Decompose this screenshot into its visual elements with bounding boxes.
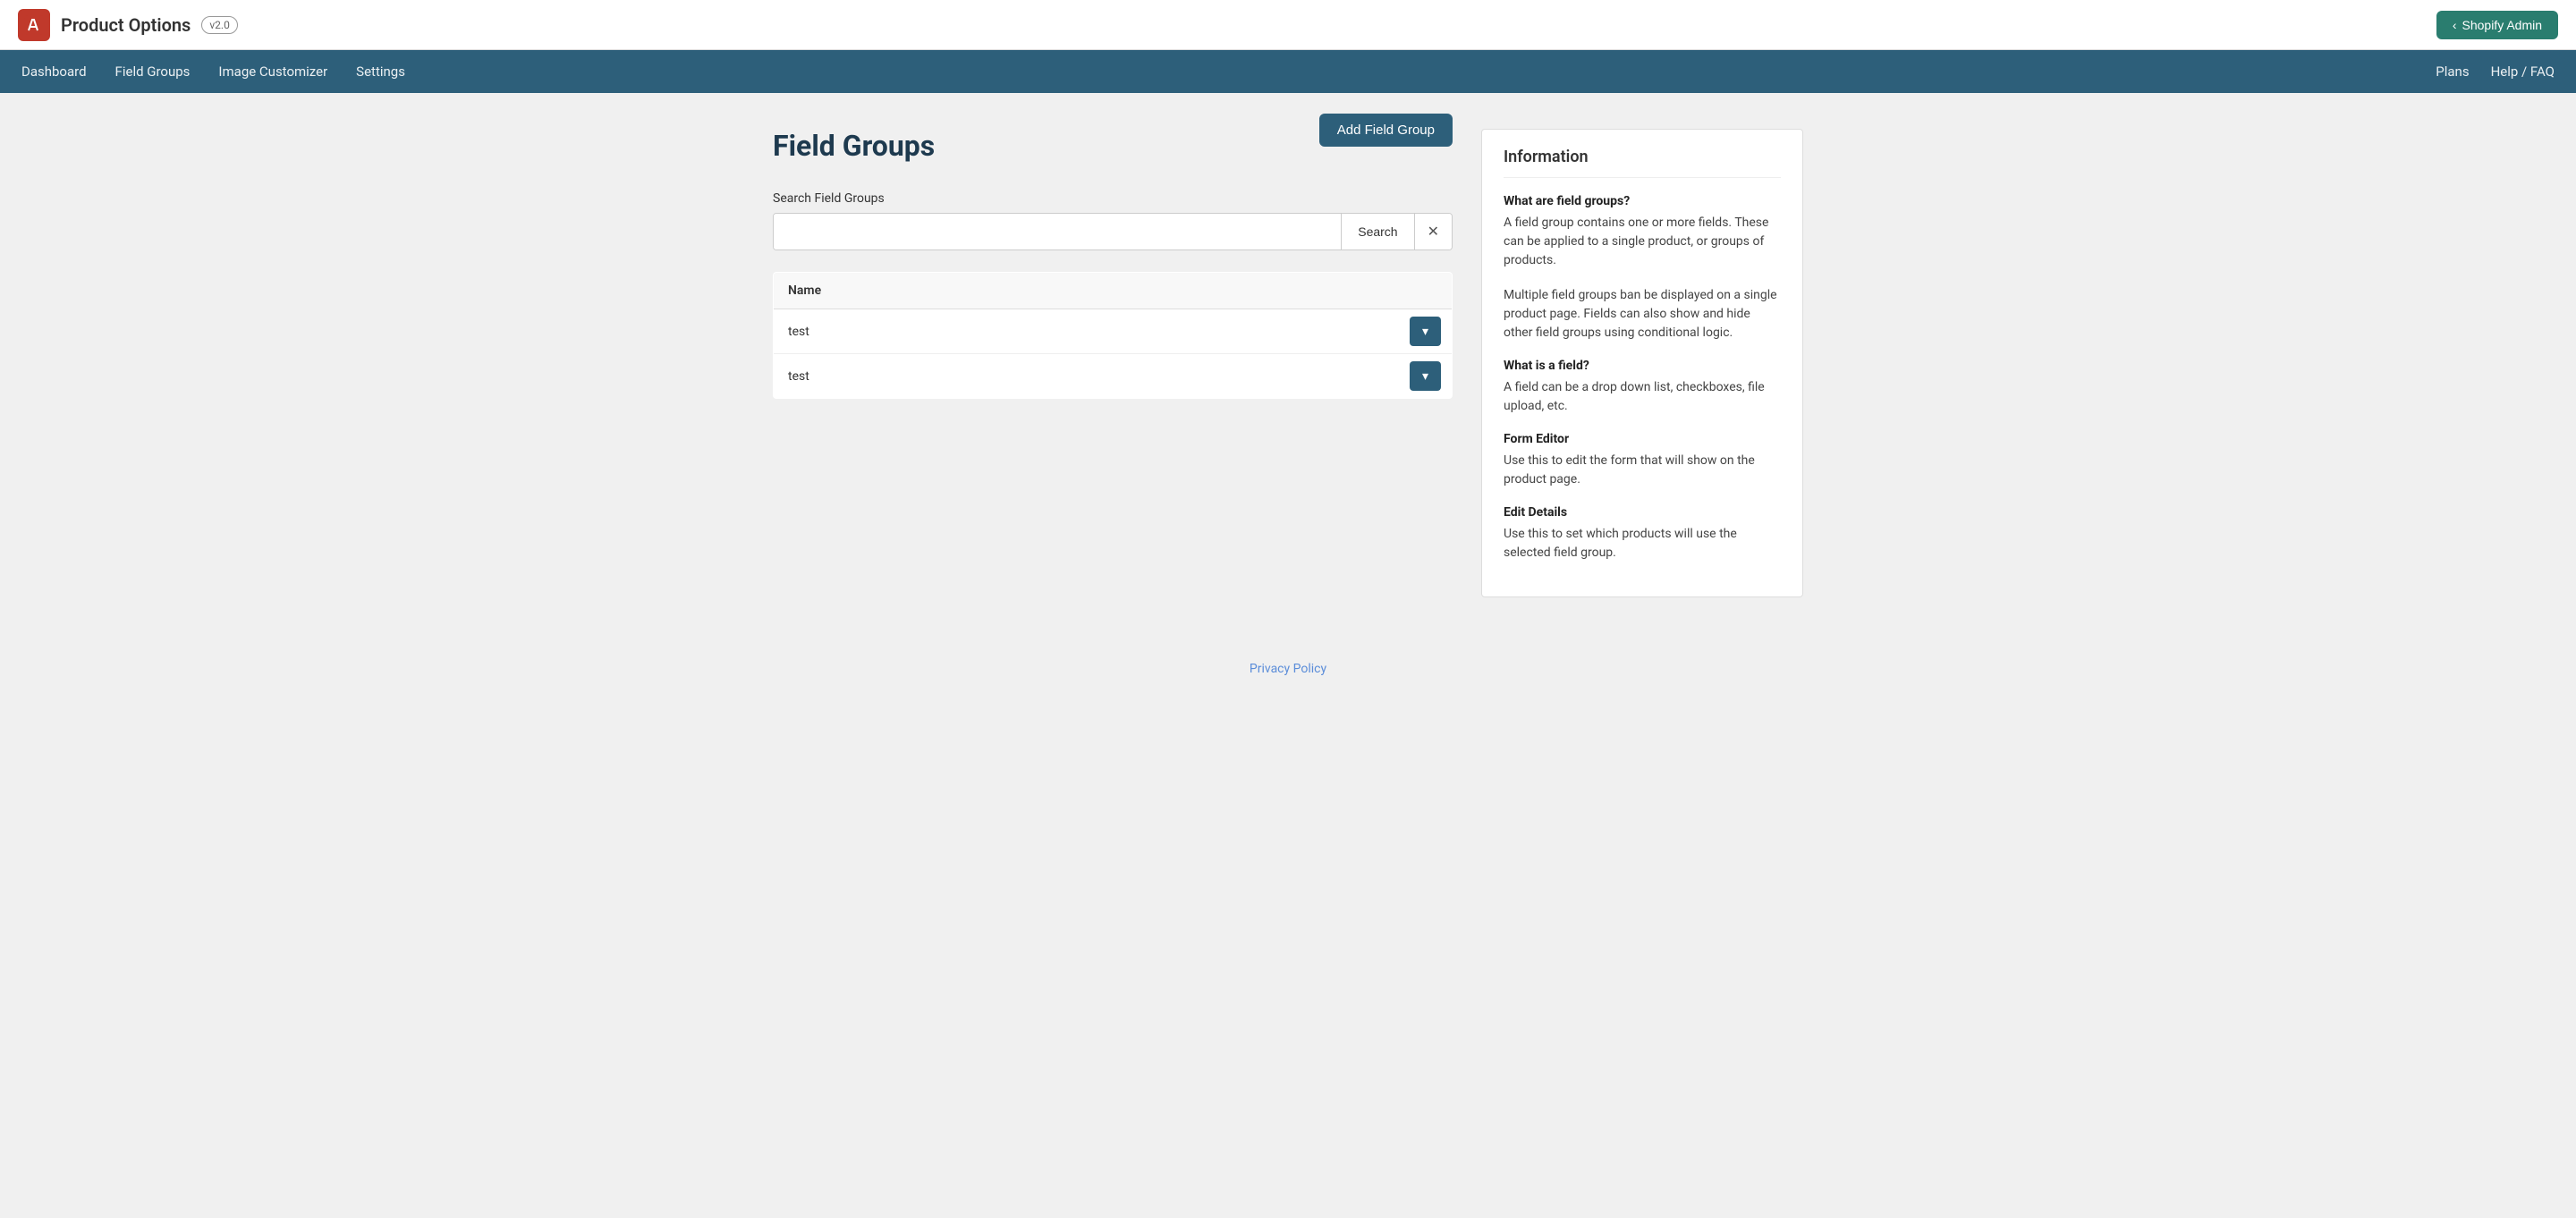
table-cell-action: ▾ <box>1399 309 1453 354</box>
info-section-4: Edit Details Use this to set which produc… <box>1504 505 1781 562</box>
search-row: Search ✕ <box>773 213 1453 250</box>
table-row: test ▾ <box>774 354 1453 399</box>
table-header-name: Name <box>774 273 1399 309</box>
nav-item-image-customizer[interactable]: Image Customizer <box>218 51 327 92</box>
info-section-title-0: What are field groups? <box>1504 194 1781 208</box>
info-section-text-2: A field can be a drop down list, checkbo… <box>1504 378 1781 416</box>
main-content: Field Groups Add Field Group Search Fiel… <box>751 129 1825 597</box>
top-bar: Product Options v2.0 ‹ Shopify Admin <box>0 0 2576 50</box>
nav-item-dashboard[interactable]: Dashboard <box>21 51 87 92</box>
nav-left: Dashboard Field Groups Image Customizer … <box>21 51 405 92</box>
info-section-2: What is a field? A field can be a drop do… <box>1504 359 1781 416</box>
chevron-left-icon: ‹ <box>2453 18 2457 32</box>
search-label: Search Field Groups <box>773 191 1453 206</box>
info-section-text-1: Multiple field groups ban be displayed o… <box>1504 286 1781 343</box>
field-groups-table: Name test ▾ test ▾ <box>773 272 1453 399</box>
logo-icon <box>18 9 50 41</box>
nav-right: Plans Help / FAQ <box>2436 51 2555 92</box>
table-header-actions <box>1399 273 1453 309</box>
info-section-1: Multiple field groups ban be displayed o… <box>1504 286 1781 343</box>
table-cell-action: ▾ <box>1399 354 1453 399</box>
footer: Privacy Policy <box>0 633 2576 705</box>
nav-bar: Dashboard Field Groups Image Customizer … <box>0 50 2576 93</box>
row-dropdown-button-0[interactable]: ▾ <box>1410 317 1441 346</box>
top-bar-left: Product Options v2.0 <box>18 9 238 41</box>
nav-item-field-groups[interactable]: Field Groups <box>115 51 191 92</box>
info-section-text-4: Use this to set which products will use … <box>1504 525 1781 562</box>
nav-item-help-faq[interactable]: Help / FAQ <box>2491 51 2555 92</box>
left-panel: Field Groups Add Field Group Search Fiel… <box>773 129 1453 399</box>
app-title: Product Options <box>61 14 191 36</box>
add-field-group-button[interactable]: Add Field Group <box>1319 114 1453 147</box>
privacy-policy-link[interactable]: Privacy Policy <box>1250 662 1326 676</box>
table-cell-name: test <box>774 354 1399 399</box>
info-section-title-4: Edit Details <box>1504 505 1781 520</box>
version-badge: v2.0 <box>201 16 237 34</box>
search-input[interactable] <box>774 214 1341 250</box>
table-cell-name: test <box>774 309 1399 354</box>
info-section-title-3: Form Editor <box>1504 432 1781 446</box>
page-title: Field Groups <box>773 129 935 163</box>
info-sections: What are field groups? A field group cont… <box>1504 194 1781 562</box>
info-section-text-0: A field group contains one or more field… <box>1504 214 1781 270</box>
table-row: test ▾ <box>774 309 1453 354</box>
info-section-3: Form Editor Use this to edit the form tha… <box>1504 432 1781 489</box>
info-section-text-3: Use this to edit the form that will show… <box>1504 452 1781 489</box>
table-body: test ▾ test ▾ <box>774 309 1453 399</box>
right-panel: Information What are field groups? A fiel… <box>1481 129 1803 597</box>
shopify-admin-button[interactable]: ‹ Shopify Admin <box>2436 11 2558 39</box>
info-section-title-2: What is a field? <box>1504 359 1781 373</box>
clear-search-button[interactable]: ✕ <box>1414 214 1452 250</box>
row-dropdown-button-1[interactable]: ▾ <box>1410 361 1441 391</box>
info-title: Information <box>1504 148 1781 178</box>
nav-item-plans[interactable]: Plans <box>2436 51 2469 92</box>
nav-item-settings[interactable]: Settings <box>356 51 405 92</box>
search-button[interactable]: Search <box>1341 214 1413 250</box>
info-section-0: What are field groups? A field group cont… <box>1504 194 1781 270</box>
